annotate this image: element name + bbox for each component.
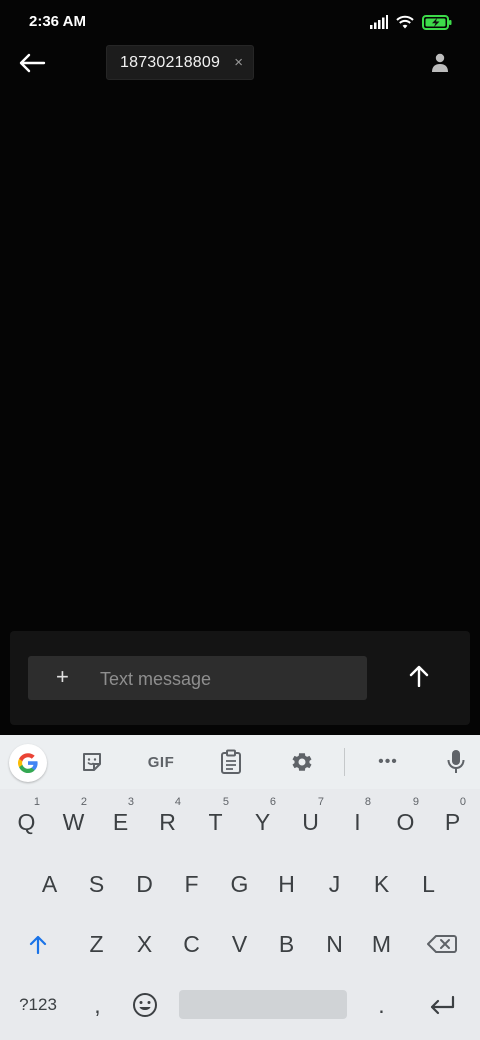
key-f[interactable]: F	[168, 855, 215, 913]
emoji-key[interactable]	[121, 976, 168, 1034]
send-button[interactable]	[401, 661, 437, 691]
recipient-chip[interactable]: 18730218809 ×	[106, 45, 254, 80]
key-j[interactable]: J	[311, 855, 358, 913]
symbols-key[interactable]: ?123	[14, 976, 62, 1034]
toolbar-divider	[344, 748, 345, 776]
status-bar: 2:36 AM	[0, 0, 480, 42]
key-a[interactable]: A	[26, 855, 73, 913]
add-attachment-button[interactable]: +	[56, 666, 69, 688]
key-hint: 0	[459, 796, 466, 808]
key-hint: 1	[33, 796, 40, 808]
smiley-icon	[132, 993, 157, 1017]
key-hint: 6	[269, 796, 276, 808]
key-w[interactable]: W2	[50, 793, 97, 851]
key-s[interactable]: S	[73, 855, 120, 913]
more-icon: •••	[378, 753, 398, 770]
key-v[interactable]: V	[216, 915, 263, 973]
sticker-button[interactable]	[79, 749, 105, 775]
key-e[interactable]: E3	[97, 793, 144, 851]
more-options-button[interactable]: •••	[372, 749, 404, 775]
person-icon	[432, 53, 448, 72]
settings-button[interactable]	[289, 749, 315, 775]
microphone-icon	[447, 750, 465, 773]
gif-button[interactable]: GIF	[143, 749, 179, 775]
key-g[interactable]: G	[216, 855, 263, 913]
key-u[interactable]: U7	[287, 793, 334, 851]
google-g-icon	[18, 753, 38, 773]
keyboard-toolbar: GIF •••	[0, 735, 480, 789]
key-p[interactable]: P0	[429, 793, 476, 851]
message-composer: + Text message	[10, 631, 470, 725]
google-button[interactable]	[9, 744, 47, 782]
key-label: T	[208, 808, 223, 835]
enter-arrow-icon	[430, 995, 454, 1015]
key-m[interactable]: M	[358, 915, 405, 973]
recipient-number: 18730218809	[120, 53, 221, 71]
enter-key[interactable]	[418, 976, 465, 1034]
clipboard-icon	[221, 749, 241, 774]
key-label: I	[354, 808, 361, 835]
sticker-icon	[83, 753, 101, 771]
status-time: 2:36 AM	[29, 13, 86, 30]
key-label: R	[159, 808, 176, 835]
key-d[interactable]: D	[121, 855, 168, 913]
key-q[interactable]: Q1	[3, 793, 50, 851]
keyboard: GIF ••• Q1 W2 E 3 R 4 T 5 Y 6 U 7 I 8 O …	[0, 735, 480, 1040]
key-b[interactable]: B	[263, 915, 310, 973]
key-hint: 7	[317, 796, 324, 808]
comma-key[interactable]: ,	[74, 976, 121, 1034]
space-key[interactable]	[179, 990, 347, 1019]
key-h[interactable]: H	[263, 855, 310, 913]
backspace-icon	[426, 935, 457, 953]
key-hint: 2	[80, 796, 87, 808]
shift-key[interactable]	[14, 915, 61, 973]
key-i[interactable]: I8	[334, 793, 381, 851]
arrow-up-icon	[409, 665, 429, 687]
key-label: P	[444, 808, 461, 835]
key-area: Q1 W2 E3 R4 T5 Y6 U7 I8 O9 P0 A S D F G …	[0, 789, 480, 1040]
key-label: U	[302, 808, 319, 835]
remove-recipient-button[interactable]: ×	[234, 54, 243, 71]
key-label: Y	[254, 808, 271, 835]
key-t[interactable]: T5	[192, 793, 239, 851]
key-l[interactable]: L	[405, 855, 452, 913]
key-label: W	[62, 808, 85, 835]
key-label: O	[396, 808, 415, 835]
key-n[interactable]: N	[311, 915, 358, 973]
gear-icon	[292, 753, 312, 771]
period-key[interactable]: .	[358, 976, 405, 1034]
key-hint: 5	[222, 796, 229, 808]
battery-charging-icon	[422, 14, 452, 30]
key-z[interactable]: Z	[73, 915, 120, 973]
clipboard-button[interactable]	[219, 749, 243, 775]
key-hint: 8	[364, 796, 371, 808]
backspace-key[interactable]	[418, 915, 465, 973]
key-label: Q	[17, 808, 36, 835]
key-o[interactable]: O9	[382, 793, 429, 851]
key-r[interactable]: R4	[144, 793, 191, 851]
key-hint: 4	[174, 796, 181, 808]
wifi-icon	[396, 15, 414, 29]
arrow-left-icon	[19, 53, 46, 73]
message-input[interactable]: + Text message	[28, 656, 367, 700]
key-y[interactable]: Y6	[239, 793, 286, 851]
key-hint: 9	[412, 796, 419, 808]
key-k[interactable]: K	[358, 855, 405, 913]
key-hint: 3	[127, 796, 134, 808]
key-x[interactable]: X	[121, 915, 168, 973]
add-contact-button[interactable]	[430, 52, 450, 74]
message-placeholder: Text message	[100, 669, 212, 689]
voice-input-button[interactable]	[444, 749, 468, 775]
gif-label: GIF	[147, 753, 175, 771]
key-label: E	[112, 808, 129, 835]
signal-icon	[370, 15, 388, 29]
shift-arrow-icon	[29, 935, 46, 954]
status-icons	[370, 12, 452, 32]
back-button[interactable]	[14, 48, 50, 78]
key-c[interactable]: C	[168, 915, 215, 973]
